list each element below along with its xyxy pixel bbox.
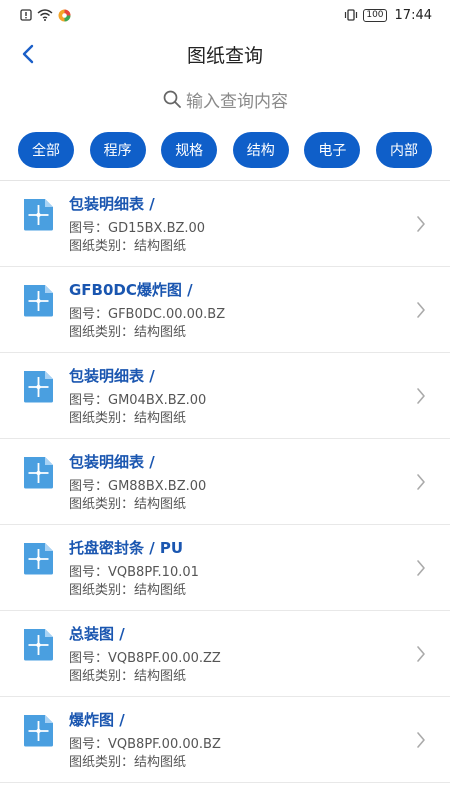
chevron-left-icon xyxy=(22,44,34,64)
drawing-title: GFB0DC爆炸图 / xyxy=(69,281,193,299)
filter-chip-electronic[interactable]: 电子 xyxy=(304,132,361,168)
drawing-file-icon xyxy=(24,629,53,661)
drawing-list: 包装明细表 / 图号：GD15BX.BZ.00 图纸类别：结构图纸 GFB0DC… xyxy=(0,180,450,783)
chevron-right-icon xyxy=(417,302,425,318)
chevron-right-icon xyxy=(417,732,425,748)
vibrate-icon xyxy=(344,9,358,21)
drawing-title: 托盘密封条 / PU xyxy=(69,539,184,557)
status-bar: 100 17:44 xyxy=(0,0,450,30)
drawing-file-icon xyxy=(24,285,53,317)
drawing-file-icon xyxy=(24,371,53,403)
drawing-title: 总装图 / xyxy=(69,625,125,643)
battery-icon: 100 xyxy=(363,8,387,22)
drawing-number: 图号：GD15BX.BZ.00 xyxy=(69,221,206,236)
drawing-item[interactable]: 包装明细表 / 图号：GD15BX.BZ.00 图纸类别：结构图纸 xyxy=(0,181,450,267)
chevron-right-icon xyxy=(417,216,425,232)
drawing-file-icon xyxy=(24,199,53,231)
drawing-number: 图号：VQB8PF.00.00.ZZ xyxy=(69,651,221,666)
status-left xyxy=(20,9,71,22)
drawing-type: 图纸类别：结构图纸 xyxy=(69,497,187,512)
drawing-file-icon xyxy=(24,715,53,747)
chevron-right-icon xyxy=(417,388,425,404)
drawing-type: 图纸类别：结构图纸 xyxy=(69,755,187,770)
chevron-right-icon xyxy=(417,646,425,662)
drawing-number: 图号：GM88BX.BZ.00 xyxy=(69,479,207,494)
drawing-item[interactable]: 爆炸图 / 图号：VQB8PF.00.00.BZ 图纸类别：结构图纸 xyxy=(0,697,450,783)
chevron-right-icon xyxy=(417,560,425,576)
filter-chip-internal[interactable]: 内部 xyxy=(375,132,432,168)
filter-chip-spec[interactable]: 规格 xyxy=(161,132,218,168)
drawing-title: 包装明细表 / xyxy=(69,195,155,213)
drawing-file-icon xyxy=(24,457,53,489)
sim-alert-icon xyxy=(20,9,32,21)
drawing-type: 图纸类别：结构图纸 xyxy=(69,669,187,684)
drawing-item[interactable]: 托盘密封条 / PU 图号：VQB8PF.10.01 图纸类别：结构图纸 xyxy=(0,525,450,611)
drawing-type: 图纸类别：结构图纸 xyxy=(69,411,187,426)
search-icon xyxy=(163,90,181,108)
drawing-type: 图纸类别：结构图纸 xyxy=(69,583,187,598)
drawing-item[interactable]: 包装明细表 / 图号：GM88BX.BZ.00 图纸类别：结构图纸 xyxy=(0,439,450,525)
drawing-number: 图号：GM04BX.BZ.00 xyxy=(69,393,207,408)
back-button[interactable] xyxy=(14,40,42,68)
filter-chips: 全部 程序 规格 结构 电子 内部 xyxy=(18,132,432,168)
search-input[interactable]: 输入查询内容 xyxy=(0,84,450,114)
drawing-item[interactable]: 包装明细表 / 图号：GM04BX.BZ.00 图纸类别：结构图纸 xyxy=(0,353,450,439)
page-title: 图纸查询 xyxy=(186,44,263,67)
wifi-icon xyxy=(37,9,53,21)
filter-chip-all[interactable]: 全部 xyxy=(18,132,74,168)
drawing-number: 图号：GFB0DC.00.00.BZ xyxy=(69,307,226,322)
status-time: 17:44 xyxy=(394,7,432,23)
filter-chip-structure[interactable]: 结构 xyxy=(232,132,289,168)
drawing-title: 包装明细表 / xyxy=(69,453,155,471)
chevron-right-icon xyxy=(417,474,425,490)
drawing-number: 图号：VQB8PF.00.00.BZ xyxy=(69,737,221,752)
drawing-item[interactable]: 总装图 / 图号：VQB8PF.00.00.ZZ 图纸类别：结构图纸 xyxy=(0,611,450,697)
search-placeholder: 输入查询内容 xyxy=(186,91,288,112)
app-notification-icon xyxy=(58,9,71,22)
drawing-type: 图纸类别：结构图纸 xyxy=(69,239,187,254)
drawing-file-icon xyxy=(24,543,53,575)
drawing-number: 图号：VQB8PF.10.01 xyxy=(69,565,199,580)
nav-bar: 图纸查询 xyxy=(0,30,450,78)
drawing-title: 爆炸图 / xyxy=(69,711,125,729)
filter-chip-program[interactable]: 程序 xyxy=(89,132,146,168)
status-right: 100 17:44 xyxy=(344,8,432,23)
drawing-title: 包装明细表 / xyxy=(69,367,155,385)
drawing-item[interactable]: GFB0DC爆炸图 / 图号：GFB0DC.00.00.BZ 图纸类别：结构图纸 xyxy=(0,267,450,353)
drawing-type: 图纸类别：结构图纸 xyxy=(69,325,187,340)
